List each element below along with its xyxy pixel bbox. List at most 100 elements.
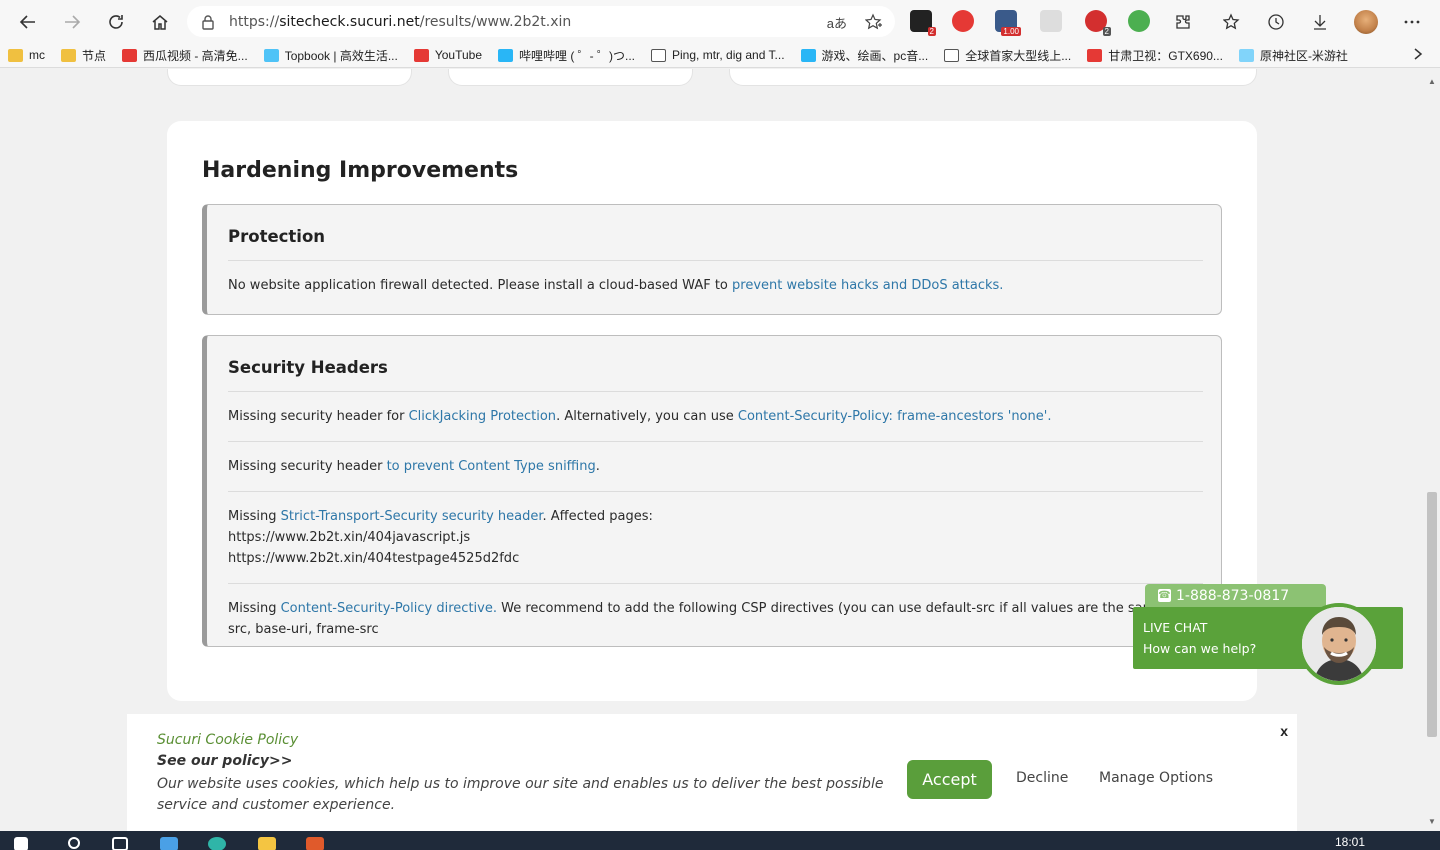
header-row-clickjacking: Missing security header for ClickJacking… [207,392,1221,441]
bookmark-icon [800,48,816,62]
bookmark-icon [413,48,429,62]
cookie-description: Our website uses cookies, which help us … [157,776,884,813]
translate-icon[interactable]: aあ [827,13,847,34]
bookmark-item[interactable]: Ping, mtr, dig and T... [643,48,793,62]
row-text: . [595,459,600,474]
row-text: src, base-uri, frame-src [228,622,379,637]
cookie-close-button[interactable]: x [1280,723,1288,739]
add-favorite-icon[interactable] [864,13,883,34]
extension-monitor-icon[interactable]: 1.00 [995,10,1021,36]
hardening-card: Hardening Improvements Protection No web… [167,121,1257,701]
windows-start-icon[interactable] [14,837,28,850]
bookmark-item[interactable]: 游戏、绘画、pc音... [793,47,937,64]
clickjacking-link[interactable]: ClickJacking Protection [409,409,556,424]
extension-badge: 1.00 [1001,27,1021,36]
row-text: Missing security header [228,459,387,474]
file-explorer-icon[interactable] [258,837,276,850]
extension-notes-icon[interactable]: 2 [910,10,936,36]
frame-ancestors-link[interactable]: Content-Security-Policy: frame-ancestors… [738,409,1052,424]
accept-button[interactable]: Accept [907,760,992,799]
extension-grey-icon[interactable] [1040,10,1062,32]
page-scrollbar[interactable]: ▲ ▼ [1424,69,1440,831]
scrollbar-thumb[interactable] [1427,492,1437,737]
bookmark-label: Ping, mtr, dig and T... [672,48,785,62]
bookmark-label: mc [29,48,45,62]
bookmark-item[interactable]: 哔哩哔哩 ( ゜- ゜)つ... [490,47,643,64]
csp-link[interactable]: Content-Security-Policy directive. [281,601,497,616]
phone-tab[interactable]: ☎ 1-888-873-0817 [1145,584,1326,607]
bookmark-item[interactable]: 甘肃卫视：GTX690... [1079,47,1231,64]
app-icon[interactable] [306,837,324,850]
manage-options-button[interactable]: Manage Options [1099,770,1213,786]
bookmark-icon [1087,48,1103,62]
waf-link[interactable]: prevent website hacks and DDoS attacks. [732,278,1003,293]
download-icon[interactable] [1310,12,1330,32]
more-menu-icon[interactable] [1402,12,1422,32]
bookmark-label: 甘肃卫视：GTX690... [1108,48,1223,63]
bookmark-icon [61,48,76,62]
previous-card [448,69,693,86]
home-icon [152,14,168,30]
forward-button[interactable] [50,0,94,43]
bookmark-item[interactable]: mc [0,48,53,62]
taskbar-clock: 18:01 [1335,835,1366,849]
cookie-title: Sucuri Cookie Policy [157,732,299,748]
scroll-up-icon[interactable]: ▲ [1428,77,1436,86]
url-host: sitecheck.sucuri.net [279,13,420,30]
bookmark-icon [263,48,279,62]
bookmark-label: 全球首家大型线上... [965,48,1072,63]
bookmark-label: 哔哩哔哩 ( ゜- ゜)つ... [519,48,636,63]
extension-red-circle-icon[interactable] [952,10,974,32]
bookmark-label: 西瓜视频 - 高清免... [143,48,248,63]
bookmark-icon [498,48,514,62]
cookie-banner: Sucuri Cookie Policy See our policy>> Ou… [127,714,1297,831]
page-content: Hardening Improvements Protection No web… [0,69,1424,831]
search-icon[interactable] [68,837,80,849]
bookmark-item[interactable]: Topbook | 高效生活... [256,47,406,64]
task-view-icon[interactable] [112,837,128,850]
history-icon[interactable] [1266,12,1286,32]
affected-page: https://www.2b2t.xin/404javascript.js [228,530,471,545]
extension-globe-icon[interactable] [1128,10,1150,32]
address-bar[interactable]: https://sitecheck.sucuri.net/results/www… [187,6,895,37]
decline-button[interactable]: Decline [1016,770,1068,786]
reload-button[interactable] [94,0,138,43]
bookmark-item[interactable]: YouTube [406,48,490,62]
profile-avatar[interactable] [1354,10,1378,34]
url-path: /results/www.2b2t.xin [419,13,572,30]
header-row-hsts: Missing Strict-Transport-Security securi… [207,492,1221,583]
bookmark-icon [1238,48,1254,62]
bookmark-item[interactable]: 节点 [53,47,114,64]
os-taskbar: 18:01 [0,831,1440,850]
favorites-icon[interactable] [1222,12,1242,32]
hsts-link[interactable]: Strict-Transport-Security security heade… [281,509,543,524]
cookie-policy-link[interactable]: See our policy>> [157,753,292,769]
previous-card [167,69,412,86]
lock-icon [202,14,214,30]
security-headers-title: Security Headers [228,358,388,377]
chat-agent-avatar[interactable] [1298,603,1380,685]
bookmark-item[interactable]: 全球首家大型线上... [936,47,1079,64]
bookmark-icon [944,48,960,62]
browser-toolbar: https://sitecheck.sucuri.net/results/www… [0,0,1440,43]
protection-box: Protection No website application firewa… [202,204,1222,315]
scroll-down-icon[interactable]: ▼ [1428,817,1436,826]
bookmarks-more-chevron-icon[interactable] [1412,47,1424,64]
extension-adblock-icon[interactable]: 2 [1085,10,1111,36]
bookmark-item[interactable]: 西瓜视频 - 高清免... [114,47,256,64]
edge-icon[interactable] [208,837,226,850]
back-button[interactable] [6,0,50,43]
extensions-puzzle-icon[interactable] [1173,12,1193,32]
store-icon[interactable] [160,837,178,850]
reload-icon [109,14,123,29]
bookmark-label: 游戏、绘画、pc音... [821,48,929,63]
home-button[interactable] [138,0,182,43]
row-text: Missing [228,601,281,616]
header-row-content-type: Missing security header to prevent Conte… [207,442,1221,491]
bookmark-item[interactable]: 原神社区-米游社 [1231,47,1356,64]
bookmark-label: Topbook | 高效生活... [284,48,398,63]
content-type-sniffing-link[interactable]: to prevent Content Type sniffing [387,459,596,474]
row-text: Missing security header for [228,409,409,424]
extension-badge: 2 [1102,27,1111,36]
row-text: Missing [228,509,281,524]
